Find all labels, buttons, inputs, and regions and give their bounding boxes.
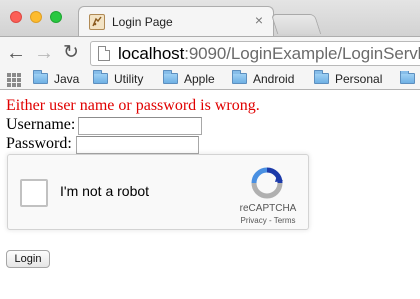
back-arrow-icon[interactable]: ← bbox=[6, 42, 26, 64]
bookmark-label: Java bbox=[54, 72, 80, 86]
page-icon bbox=[98, 46, 110, 61]
window-maximize-button[interactable] bbox=[50, 11, 62, 23]
folder-icon bbox=[163, 70, 178, 84]
bookmark-label: Android bbox=[253, 72, 295, 86]
bookmark-folder-overflow[interactable] bbox=[400, 71, 420, 88]
tab-close-icon[interactable]: × bbox=[255, 13, 263, 27]
folder-icon bbox=[93, 70, 108, 84]
bookmark-label: Apple bbox=[184, 72, 215, 86]
recaptcha-brand: reCAPTCHA bbox=[239, 203, 297, 214]
apps-grid-icon[interactable] bbox=[7, 73, 21, 87]
bookmarks-bar: Java Utility Apple Android Personal bbox=[0, 69, 420, 90]
password-input[interactable] bbox=[76, 136, 199, 154]
url-host: localhost bbox=[118, 44, 185, 63]
folder-icon bbox=[400, 71, 415, 84]
password-label: Password: bbox=[6, 135, 72, 152]
url-text[interactable]: localhost:9090/LoginExample/LoginServlet bbox=[118, 44, 420, 64]
recaptcha-checkbox[interactable] bbox=[20, 179, 48, 207]
recaptcha-label: I'm not a robot bbox=[60, 183, 150, 199]
window-minimize-button[interactable] bbox=[30, 11, 42, 23]
recaptcha-privacy-terms-links[interactable]: Privacy - Terms bbox=[232, 216, 304, 225]
folder-icon bbox=[232, 70, 247, 84]
username-label: Username: bbox=[6, 116, 76, 133]
url-path: :9090/LoginExample/LoginServlet bbox=[184, 44, 420, 63]
reload-icon[interactable]: ↻ bbox=[61, 42, 81, 64]
address-bar[interactable]: localhost:9090/LoginExample/LoginServlet bbox=[90, 41, 420, 66]
username-input[interactable] bbox=[78, 117, 202, 135]
folder-icon bbox=[33, 70, 48, 84]
error-message: Either user name or password is wrong. bbox=[6, 97, 260, 114]
window-titlebar: Login Page × bbox=[0, 0, 420, 37]
recaptcha-logo-icon bbox=[251, 167, 283, 199]
bookmark-label: Utility bbox=[114, 72, 144, 86]
window-close-button[interactable] bbox=[10, 11, 22, 23]
tab-title: Login Page bbox=[112, 15, 173, 29]
browser-tab-active[interactable]: Login Page × bbox=[78, 6, 274, 37]
browser-toolbar: ← → ↻ localhost:9090/LoginExample/LoginS… bbox=[0, 36, 420, 69]
login-button[interactable]: Login bbox=[6, 250, 50, 268]
bookmark-label: Personal bbox=[335, 72, 383, 86]
new-tab-button[interactable] bbox=[270, 14, 322, 34]
forward-arrow-icon[interactable]: → bbox=[34, 42, 54, 64]
recaptcha-widget: I'm not a robot reCAPTCHA Privacy - Term… bbox=[7, 154, 309, 230]
favicon-icon bbox=[89, 14, 105, 30]
folder-icon bbox=[314, 70, 329, 84]
